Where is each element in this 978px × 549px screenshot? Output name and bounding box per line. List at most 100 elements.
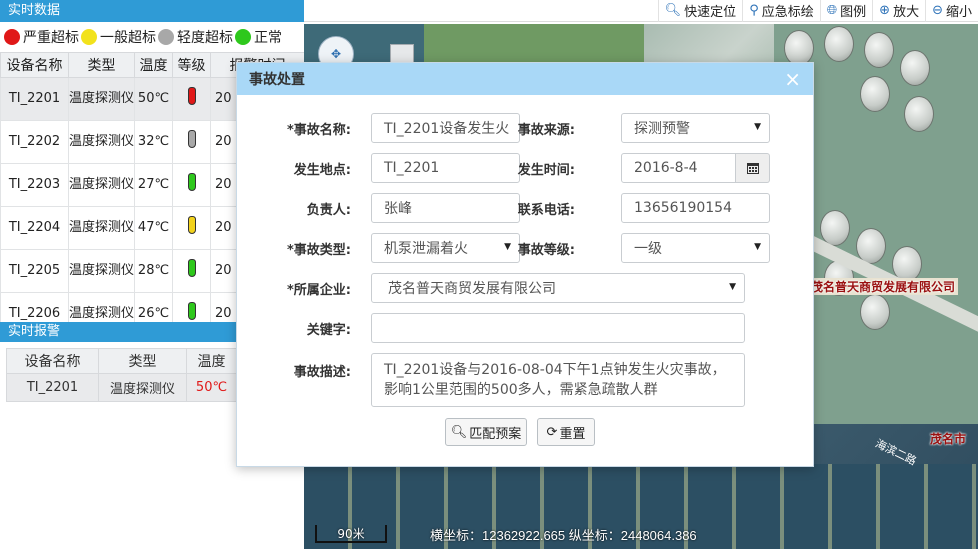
pin-icon: ⚲: [749, 3, 759, 18]
map-tank: [824, 26, 854, 62]
zoom-in-icon: ⊕: [879, 3, 891, 18]
thermometer-icon: [187, 130, 196, 148]
column-header[interactable]: 设备名称: [6, 348, 99, 374]
device-name: TI_2201: [6, 373, 99, 402]
field-row: 发生时间: 2016-8-4: [485, 153, 770, 183]
field-label: 发生时间:: [517, 162, 575, 178]
zoom-in-button[interactable]: ⊕ 放大: [872, 0, 925, 22]
toolbar-label: 缩小: [945, 5, 972, 20]
search-icon: 🔍︎: [450, 424, 468, 440]
device-level: [172, 163, 211, 207]
device-temp: 50℃: [134, 77, 173, 121]
device-level: [172, 249, 211, 293]
column-header[interactable]: 等级: [172, 52, 211, 78]
field-label: 负责人:: [306, 202, 351, 218]
thermometer-icon: [187, 302, 196, 320]
company-select[interactable]: 茂名普天商贸发展有限公司 ▼: [371, 273, 745, 303]
legend-label: 一般超标: [100, 30, 156, 46]
column-header[interactable]: 类型: [68, 52, 135, 78]
toolbar-label: 图例: [840, 5, 867, 20]
field-row: *事故类型: 机泵泄漏着火 ▼: [271, 233, 520, 263]
date-picker-button[interactable]: [736, 153, 770, 183]
field-label: 发生地点:: [293, 162, 351, 178]
device-level: [172, 206, 211, 250]
field-row: *所属企业: 茂名普天商贸发展有限公司 ▼: [271, 273, 745, 303]
thermometer-icon: [187, 259, 196, 277]
map-toolbar: 🔍︎ 快速定位 ⚲ 应急标绘 🌐︎ 图例 ⊕ 放大 ⊖ 缩小: [304, 0, 978, 22]
caret-down-icon: ▼: [754, 122, 761, 132]
select-value: 茂名普天商贸发展有限公司: [388, 281, 556, 297]
device-temp: 47℃: [134, 206, 173, 250]
description-textarea[interactable]: TI_2201设备与2016-08-04下午1点钟发生火灾事故，影响1公里范围的…: [371, 353, 745, 407]
table-row[interactable]: TI_2201 温度探测仪 50℃: [6, 373, 237, 402]
legend-label: 轻度超标: [177, 30, 233, 46]
device-temp: 50℃: [186, 373, 237, 402]
field-label: *事故类型:: [287, 242, 351, 258]
legend-normal: 正常: [235, 27, 282, 47]
legend-label: 正常: [254, 30, 282, 46]
emergency-plot-button[interactable]: ⚲ 应急标绘: [742, 0, 820, 22]
device-temp: 28℃: [134, 249, 173, 293]
toolbar-label: 应急标绘: [761, 5, 814, 20]
map-tank: [900, 50, 930, 86]
dialog-header: 事故处置 ×: [237, 63, 813, 95]
thermometer-icon: [187, 216, 196, 234]
device-type: 温度探测仪: [68, 163, 135, 207]
incident-level-select[interactable]: 一级 ▼: [621, 233, 770, 263]
close-icon[interactable]: ×: [784, 69, 801, 89]
field-row: 关键字:: [271, 313, 745, 343]
reset-button[interactable]: ⟳ 重置: [537, 418, 595, 446]
gray-dot-icon: [158, 29, 174, 45]
device-level: [172, 77, 211, 121]
button-label: 匹配预案: [469, 426, 522, 442]
field-row: 事故描述: TI_2201设备与2016-08-04下午1点钟发生火灾事故，影响…: [271, 353, 745, 407]
legend-mild: 轻度超标: [158, 27, 233, 47]
column-header[interactable]: 温度: [186, 348, 237, 374]
keyword-input[interactable]: [371, 313, 745, 343]
map-coordinate-readout: 横坐标：12362922.665 纵坐标：2448064.386: [430, 528, 697, 543]
thermometer-icon: [187, 87, 196, 105]
select-value: 一级: [634, 241, 662, 257]
realtime-data-header: 实时数据: [0, 0, 304, 22]
quick-locate-button[interactable]: 🔍︎ 快速定位: [657, 0, 743, 22]
field-label: 事故描述:: [293, 365, 351, 380]
select-value: 探测预警: [634, 121, 690, 137]
move-arrows-icon: ✥: [330, 47, 342, 61]
device-type: 温度探测仪: [98, 373, 187, 402]
map-scale-bar: 90米: [315, 525, 387, 543]
zoom-out-button[interactable]: ⊖ 缩小: [925, 0, 978, 22]
field-label: 联系电话:: [517, 202, 575, 218]
incident-date-input[interactable]: 2016-8-4: [621, 153, 736, 183]
map-tank: [864, 32, 894, 68]
caret-down-icon: ▼: [754, 242, 761, 252]
device-name: TI_2205: [0, 249, 69, 293]
map-label-city: 茂名市: [930, 432, 967, 446]
map-tank: [784, 30, 814, 66]
device-type: 温度探测仪: [68, 206, 135, 250]
field-row: 发生地点: TI_2201: [271, 153, 520, 183]
device-type: 温度探测仪: [68, 120, 135, 164]
column-header[interactable]: 类型: [98, 348, 187, 374]
legend-general: 一般超标: [81, 27, 156, 47]
column-header[interactable]: 温度: [134, 52, 173, 78]
device-name: TI_2206: [0, 292, 69, 322]
button-label: 重置: [559, 426, 586, 442]
incident-source-select[interactable]: 探测预警 ▼: [621, 113, 770, 143]
field-row: 联系电话: 13656190154: [485, 193, 770, 223]
zoom-out-icon: ⊖: [932, 3, 943, 18]
phone-input[interactable]: 13656190154: [621, 193, 770, 223]
device-name: TI_2202: [0, 120, 69, 164]
legend-label: 严重超标: [23, 30, 79, 46]
legend-button[interactable]: 🌐︎ 图例: [819, 0, 872, 22]
device-type: 温度探测仪: [68, 292, 135, 322]
green-dot-icon: [235, 29, 251, 45]
toolbar-label: 放大: [893, 5, 920, 20]
column-header[interactable]: 设备名称: [0, 52, 69, 78]
field-label: *事故名称:: [287, 122, 351, 138]
device-name: TI_2204: [0, 206, 69, 250]
device-temp: 27℃: [134, 163, 173, 207]
device-level: [172, 292, 211, 322]
match-plan-button[interactable]: 🔍︎ 匹配预案: [445, 418, 527, 446]
device-name: TI_2201: [0, 77, 69, 121]
map-tank: [860, 76, 890, 112]
